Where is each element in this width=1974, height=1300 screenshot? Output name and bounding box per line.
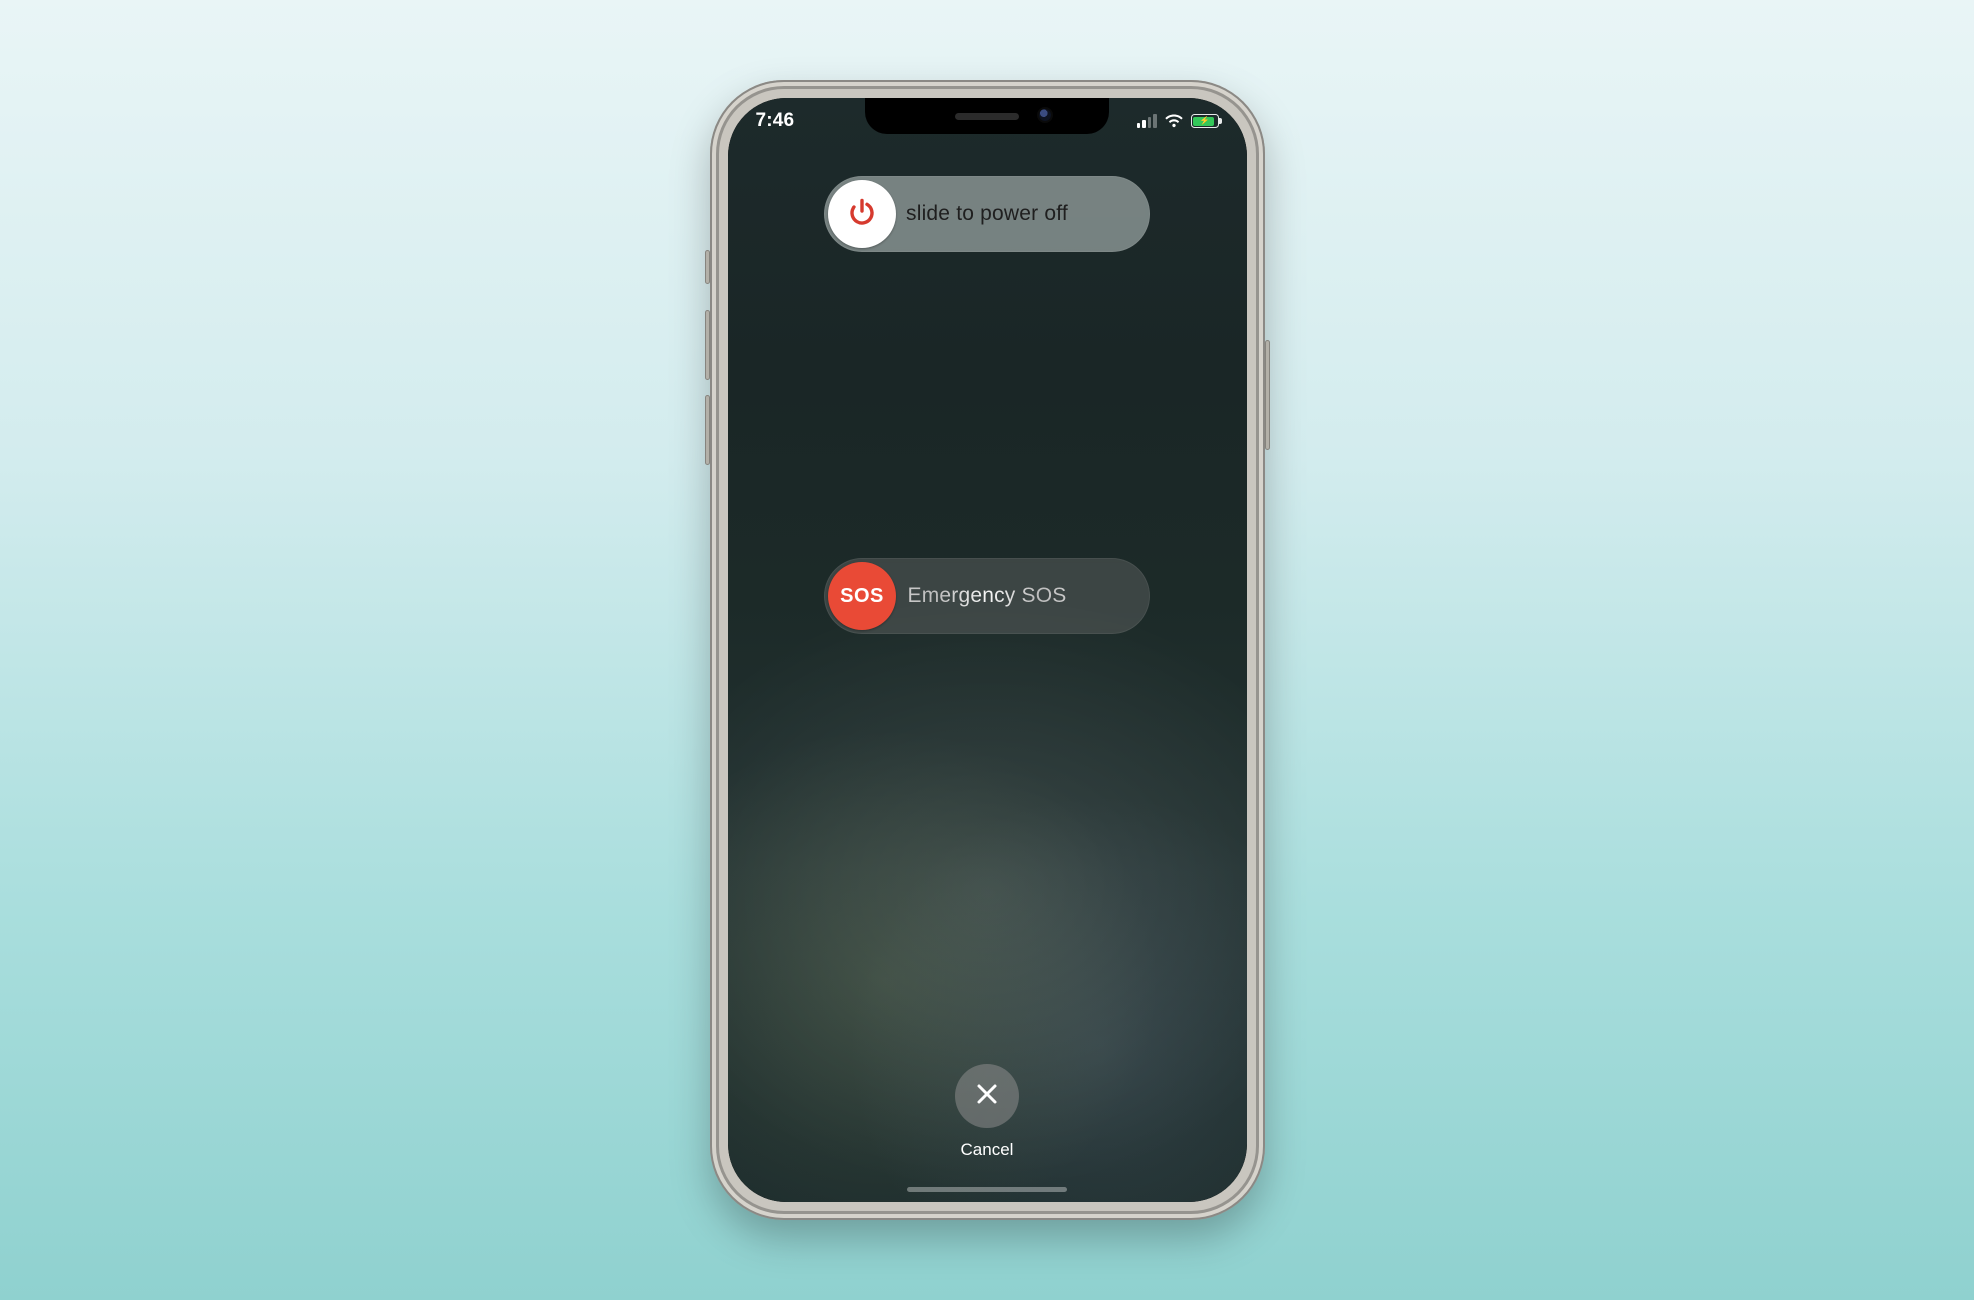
notch [865, 98, 1109, 134]
status-right: ⚡ [1137, 114, 1219, 128]
status-time: 7:46 [756, 110, 856, 132]
mute-switch [705, 250, 710, 284]
emergency-sos-slider[interactable]: SOS Emergency SOS [824, 558, 1150, 634]
screen-bezel: 7:46 ⚡ [728, 98, 1247, 1202]
power-off-knob[interactable] [828, 180, 896, 248]
phone-frame: 7:46 ⚡ [710, 80, 1265, 1220]
cancel-label: Cancel [961, 1140, 1014, 1160]
power-off-screen: 7:46 ⚡ [728, 98, 1247, 1202]
cellular-signal-icon [1137, 114, 1157, 128]
earpiece-speaker [955, 113, 1019, 120]
close-icon [974, 1081, 1000, 1112]
front-camera [1039, 109, 1051, 121]
power-icon [846, 196, 878, 233]
volume-down-button [705, 395, 710, 465]
wifi-icon [1164, 114, 1184, 128]
power-off-slider[interactable]: slide to power off [824, 176, 1150, 252]
cancel-button[interactable] [955, 1064, 1019, 1128]
sos-knob[interactable]: SOS [828, 562, 896, 630]
battery-charging-icon: ⚡ [1191, 114, 1219, 128]
cancel-group: Cancel [955, 1064, 1019, 1160]
home-indicator[interactable] [907, 1187, 1067, 1192]
sos-knob-text: SOS [840, 585, 884, 608]
